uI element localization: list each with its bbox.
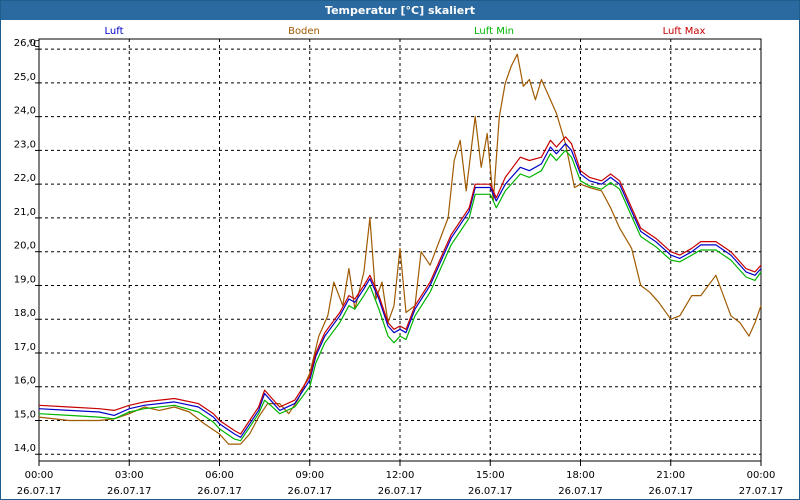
legend-luft-min: Luft Min <box>474 26 514 37</box>
x-tick-time-label: 21:00 <box>656 470 685 481</box>
x-tick-date-label: 26.07.17 <box>197 486 242 497</box>
y-axis-unit: °C <box>28 39 40 50</box>
y-tick-label: 21,0 <box>14 207 36 218</box>
x-tick-date-label: 26.07.17 <box>468 486 513 497</box>
y-tick-label: 15,0 <box>14 409 36 420</box>
x-tick-time-label: 15:00 <box>476 470 505 481</box>
y-tick-label: 18,0 <box>14 308 36 319</box>
x-tick-date-label: 27.07.17 <box>739 486 784 497</box>
legend-luft: Luft <box>105 26 124 37</box>
y-tick-label: 20,0 <box>14 241 36 252</box>
x-tick-date-label: 26.07.17 <box>378 486 423 497</box>
y-tick-label: 16,0 <box>14 376 36 387</box>
x-tick-date-label: 26.07.17 <box>558 486 603 497</box>
x-tick-time-label: 03:00 <box>115 470 144 481</box>
x-tick-date-label: 26.07.17 <box>648 486 693 497</box>
x-tick-time-label: 18:00 <box>566 470 595 481</box>
legend-luft-max: Luft Max <box>663 26 706 37</box>
x-tick-date-label: 26.07.17 <box>107 486 152 497</box>
x-tick-date-label: 26.07.17 <box>17 486 62 497</box>
x-tick-time-label: 00:00 <box>25 470 54 481</box>
chart-window: Temperatur [°C] skaliert 14,0 15,0 16,0 17,… <box>0 0 800 500</box>
x-tick-time-label: 06:00 <box>205 470 234 481</box>
x-tick-date-label: 26.07.17 <box>287 486 332 497</box>
y-tick-label: 14,0 <box>14 443 36 454</box>
y-tick-label: 24,0 <box>14 106 36 117</box>
legend-boden: Boden <box>288 26 320 37</box>
y-tick-label: 19,0 <box>14 274 36 285</box>
temperature-chart: 14,0 15,0 16,0 17,0 18,0 19,0 20,0 21,0 22,0 23,0… <box>14 26 784 497</box>
y-tick-label: 23,0 <box>14 139 36 150</box>
y-tick-label: 25,0 <box>14 72 36 83</box>
y-tick-label: 17,0 <box>14 342 36 353</box>
x-tick-time-label: 12:00 <box>386 470 415 481</box>
x-tick-time-label: 09:00 <box>295 470 324 481</box>
y-tick-label: 22,0 <box>14 173 36 184</box>
x-tick-time-label: 00:00 <box>747 470 776 481</box>
